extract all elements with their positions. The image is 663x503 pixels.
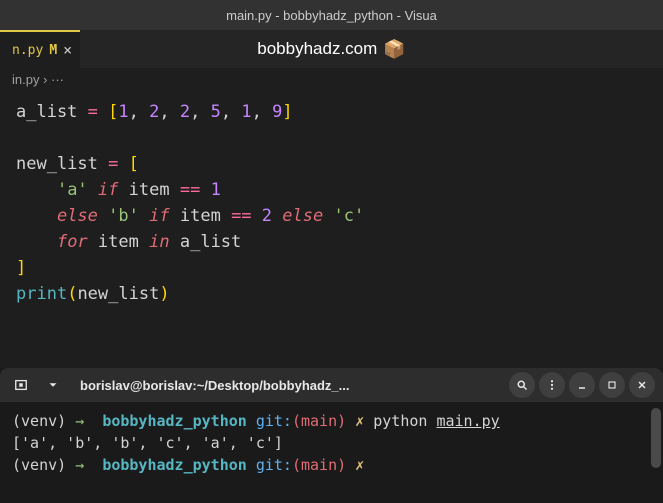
search-icon[interactable]	[509, 372, 535, 398]
maximize-icon[interactable]	[599, 372, 625, 398]
dropdown-icon[interactable]	[40, 372, 66, 398]
terminal-line: (venv) → bobbyhadz_python git:(main) ✗ p…	[12, 410, 651, 432]
new-tab-button[interactable]	[8, 372, 34, 398]
watermark: bobbyhadz.com 📦	[257, 39, 405, 60]
terminal-panel: borislav@borislav:~/Desktop/bobbyhadz_..…	[0, 368, 663, 503]
tab-filename: n.py	[12, 43, 43, 58]
code-line: for item in a_list	[16, 229, 647, 255]
terminal-title: borislav@borislav:~/Desktop/bobbyhadz_..…	[72, 378, 503, 393]
code-line: print(new_list)	[16, 281, 647, 307]
terminal-output: ['a', 'b', 'b', 'c', 'a', 'c']	[12, 432, 651, 454]
terminal-line: (venv) → bobbyhadz_python git:(main) ✗	[12, 454, 651, 476]
close-icon[interactable]	[629, 372, 655, 398]
cube-icon: 📦	[383, 39, 405, 60]
code-line: a_list = [1, 2, 2, 5, 1, 9]	[16, 99, 647, 125]
tab-modified-indicator: M	[49, 43, 57, 58]
code-line: 'a' if item == 1	[16, 177, 647, 203]
minimize-icon[interactable]	[569, 372, 595, 398]
window-title: main.py - bobbyhadz_python - Visua	[226, 8, 437, 23]
code-line: else 'b' if item == 2 else 'c'	[16, 203, 647, 229]
terminal-titlebar: borislav@borislav:~/Desktop/bobbyhadz_..…	[0, 368, 663, 402]
window-title-bar: main.py - bobbyhadz_python - Visua	[0, 0, 663, 30]
code-line	[16, 125, 647, 151]
code-line: new_list = [	[16, 151, 647, 177]
breadcrumb[interactable]: in.py › ···	[0, 68, 663, 91]
menu-icon[interactable]	[539, 372, 565, 398]
code-editor[interactable]: a_list = [1, 2, 2, 5, 1, 9] new_list = […	[0, 91, 663, 315]
code-line: ]	[16, 255, 647, 281]
tab-bar: n.py M × bobbyhadz.com 📦	[0, 30, 663, 68]
terminal-body[interactable]: (venv) → bobbyhadz_python git:(main) ✗ p…	[0, 402, 663, 484]
close-icon[interactable]: ×	[63, 41, 72, 59]
tab-main-py[interactable]: n.py M ×	[0, 30, 80, 68]
scrollbar[interactable]	[651, 408, 661, 468]
